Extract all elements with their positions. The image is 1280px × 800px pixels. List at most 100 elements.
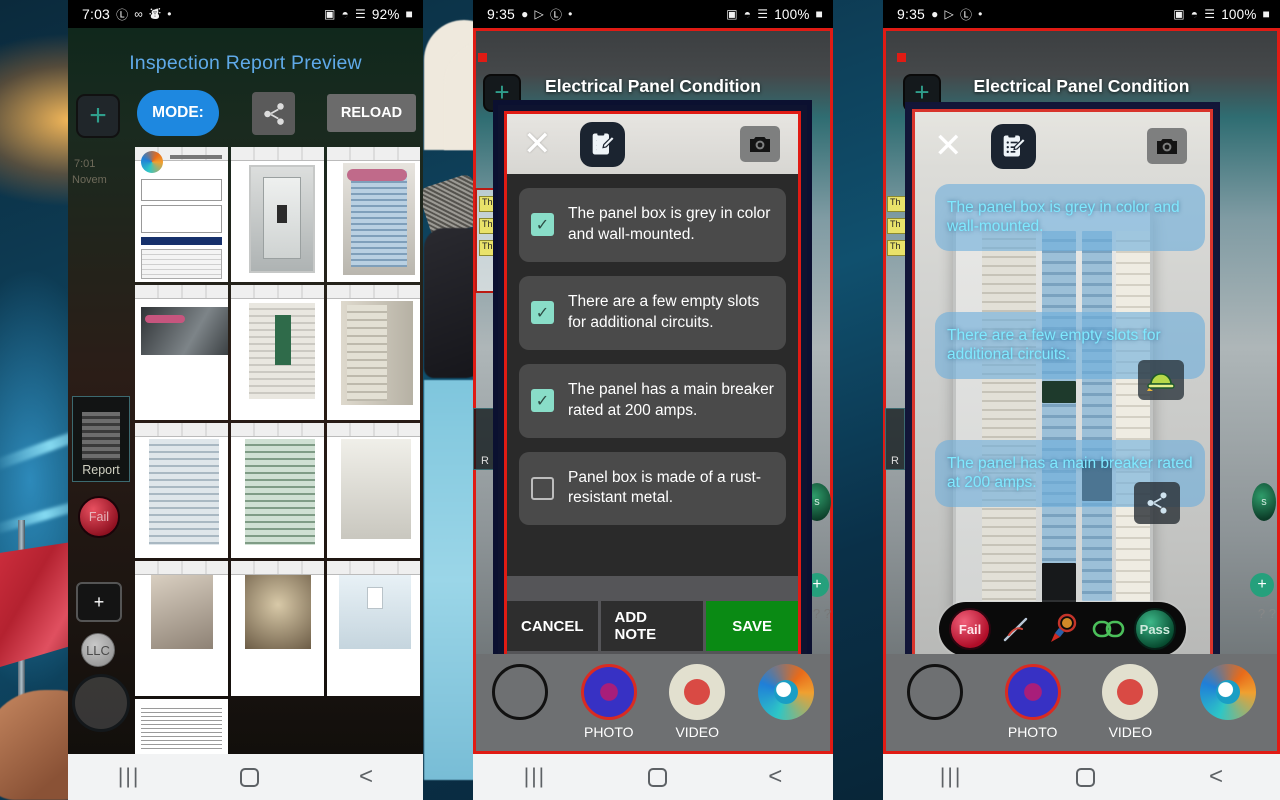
thumbnail-report-page[interactable] [327, 285, 420, 420]
thumbnail-report-page[interactable] [327, 147, 420, 282]
fail-button[interactable]: Fail [949, 608, 992, 650]
home-button[interactable] [1076, 767, 1096, 787]
add-folder-button[interactable]: + [76, 578, 136, 622]
battery-icon: ■ [815, 7, 823, 21]
battery-icon: ■ [405, 7, 413, 21]
video-mode-icon [669, 664, 726, 720]
checkbox-checked-icon[interactable]: ✓ [531, 213, 554, 237]
recents-button[interactable]: ||| [940, 765, 962, 789]
thumbnail-report-page[interactable] [327, 423, 420, 558]
screenshot-root: 7:03 Ⓛ ∞ ⛇ • ▣ ◓ ☰ 92% ■ Inspection Repo… [0, 0, 1280, 800]
save-button[interactable]: SAVE [706, 601, 798, 651]
thumbnail-report-page[interactable] [135, 285, 228, 420]
checkbox-checked-icon[interactable]: ✓ [531, 301, 554, 325]
report-button[interactable]: R [473, 408, 497, 470]
android-nav-bar: ||| < [883, 754, 1280, 800]
pass-button[interactable]: Pass [1133, 608, 1176, 650]
status-bar: 9:35 ● ▷ Ⓛ • ▣ ◓ ☰ 100% ■ [473, 0, 833, 28]
report-button[interactable]: R [885, 408, 905, 470]
annotation-bubble[interactable]: The panel box is grey in color and wall-… [935, 184, 1205, 251]
chip-item[interactable]: Th [887, 218, 907, 234]
thumbnail-report-page[interactable] [135, 147, 228, 282]
nfc-icon: ▣ [726, 7, 738, 21]
add-note-button[interactable]: ADD NOTE [600, 601, 704, 651]
firefox-icon [757, 664, 814, 720]
status-bar: 7:03 Ⓛ ∞ ⛇ • ▣ ◓ ☰ 92% ■ [68, 0, 423, 28]
checkbox-unchecked-icon[interactable] [531, 476, 554, 500]
status-clock: 7:03 [82, 6, 111, 22]
report-button[interactable]: Report [72, 396, 130, 482]
seal-icon[interactable]: LLC [81, 633, 115, 667]
thumbnail-report-page[interactable] [327, 561, 420, 696]
browser-button[interactable] [1191, 664, 1265, 724]
clipboard-edit-icon[interactable] [990, 123, 1036, 169]
checklist-row[interactable]: ✓ The panel box is grey in color and wal… [519, 188, 786, 262]
android-nav-bar: ||| < [473, 754, 833, 800]
shutter-button[interactable] [483, 664, 557, 724]
thumbnail-report-page[interactable] [135, 561, 228, 696]
video-mode-button[interactable]: VIDEO [660, 664, 734, 740]
chip-item[interactable]: Th [887, 240, 907, 256]
fail-button[interactable]: Fail [78, 496, 120, 538]
share-icon[interactable] [252, 92, 295, 135]
shutter-button[interactable] [898, 664, 972, 724]
hard-hat-icon[interactable] [1138, 360, 1184, 400]
thumbnail-report-page[interactable] [135, 423, 228, 558]
browser-button[interactable] [749, 664, 823, 724]
pass-button[interactable]: s [1252, 483, 1276, 521]
pencil-icon[interactable] [995, 608, 1037, 650]
mode-button[interactable]: MODE: [137, 90, 219, 136]
gmail-icon: Ⓛ [549, 7, 563, 22]
help-label[interactable]: ? ? [813, 606, 831, 621]
annotation-toolbar: Fail Pass [939, 602, 1186, 656]
rail-date-label: Novem [72, 174, 107, 186]
close-icon[interactable]: ✕ [934, 129, 963, 163]
thumbnail-report-page[interactable] [231, 147, 324, 282]
photo-mode-button[interactable]: PHOTO [572, 664, 646, 740]
thumbnail-report-page[interactable] [231, 285, 324, 420]
chain-link-icon[interactable] [1088, 608, 1130, 650]
checklist-row[interactable]: ✓ The panel has a main breaker rated at … [519, 363, 786, 438]
back-button[interactable]: < [1209, 765, 1223, 789]
recents-button[interactable]: ||| [118, 765, 140, 789]
checkbox-checked-icon[interactable]: ✓ [531, 389, 554, 413]
thumbnail-report-page[interactable] [231, 561, 324, 696]
camera-icon[interactable] [740, 126, 780, 162]
add-item-button[interactable]: + [1250, 573, 1274, 597]
signal-icon: ☰ [1204, 7, 1216, 21]
messenger-icon: ● [931, 7, 939, 21]
annotated-photo-dialog: ✕ The panel box is grey in color and wal… [905, 102, 1220, 688]
page-title: Electrical Panel Condition [545, 76, 761, 96]
battery-percent: 100% [1221, 6, 1257, 22]
close-icon[interactable]: ✕ [523, 127, 552, 161]
phone-panel-checklist-dialog: 9:35 ● ▷ Ⓛ • ▣ ◓ ☰ 100% ■ + Electrical P… [473, 0, 833, 800]
help-label[interactable]: ? ? [1258, 606, 1276, 621]
home-button[interactable] [647, 767, 667, 787]
clipboard-edit-icon[interactable] [579, 121, 625, 167]
recents-button[interactable]: ||| [524, 765, 546, 789]
battery-icon: ■ [1262, 7, 1270, 21]
thumbnail-report-page[interactable] [231, 423, 324, 558]
photo-mode-button[interactable]: PHOTO [996, 664, 1070, 740]
checklist-dialog: ✕ ✓ The panel box is grey in color and w… [495, 102, 810, 688]
thumbnail-report-page[interactable] [135, 699, 228, 759]
cancel-button[interactable]: CANCEL [507, 601, 598, 651]
marker-icon[interactable] [1041, 608, 1083, 650]
chip-item[interactable]: Th [887, 196, 907, 212]
reload-button[interactable]: RELOAD [327, 94, 416, 132]
checklist-items[interactable]: ✓ The panel box is grey in color and wal… [507, 174, 798, 576]
add-button[interactable]: + [76, 94, 120, 138]
checklist-row[interactable]: ✓ There are a few empty slots for additi… [519, 275, 786, 350]
back-button[interactable]: < [359, 765, 373, 789]
video-mode-button[interactable]: VIDEO [1093, 664, 1167, 740]
shutter-ring-icon[interactable] [72, 674, 130, 732]
camera-icon[interactable] [1147, 128, 1187, 164]
share-icon[interactable] [1134, 482, 1180, 524]
wifi-icon: ◓ [1190, 7, 1199, 21]
checklist-row[interactable]: Panel box is made of a rust-resistant me… [519, 451, 786, 526]
home-button[interactable] [240, 767, 260, 787]
annotated-view-body: + Electrical Panel Condition Th Th Th R … [883, 28, 1280, 754]
back-button[interactable]: < [768, 765, 782, 789]
left-rail: + 7:01 Novem Report Fail + LLC [68, 58, 136, 754]
status-clock: 9:35 [897, 6, 926, 22]
